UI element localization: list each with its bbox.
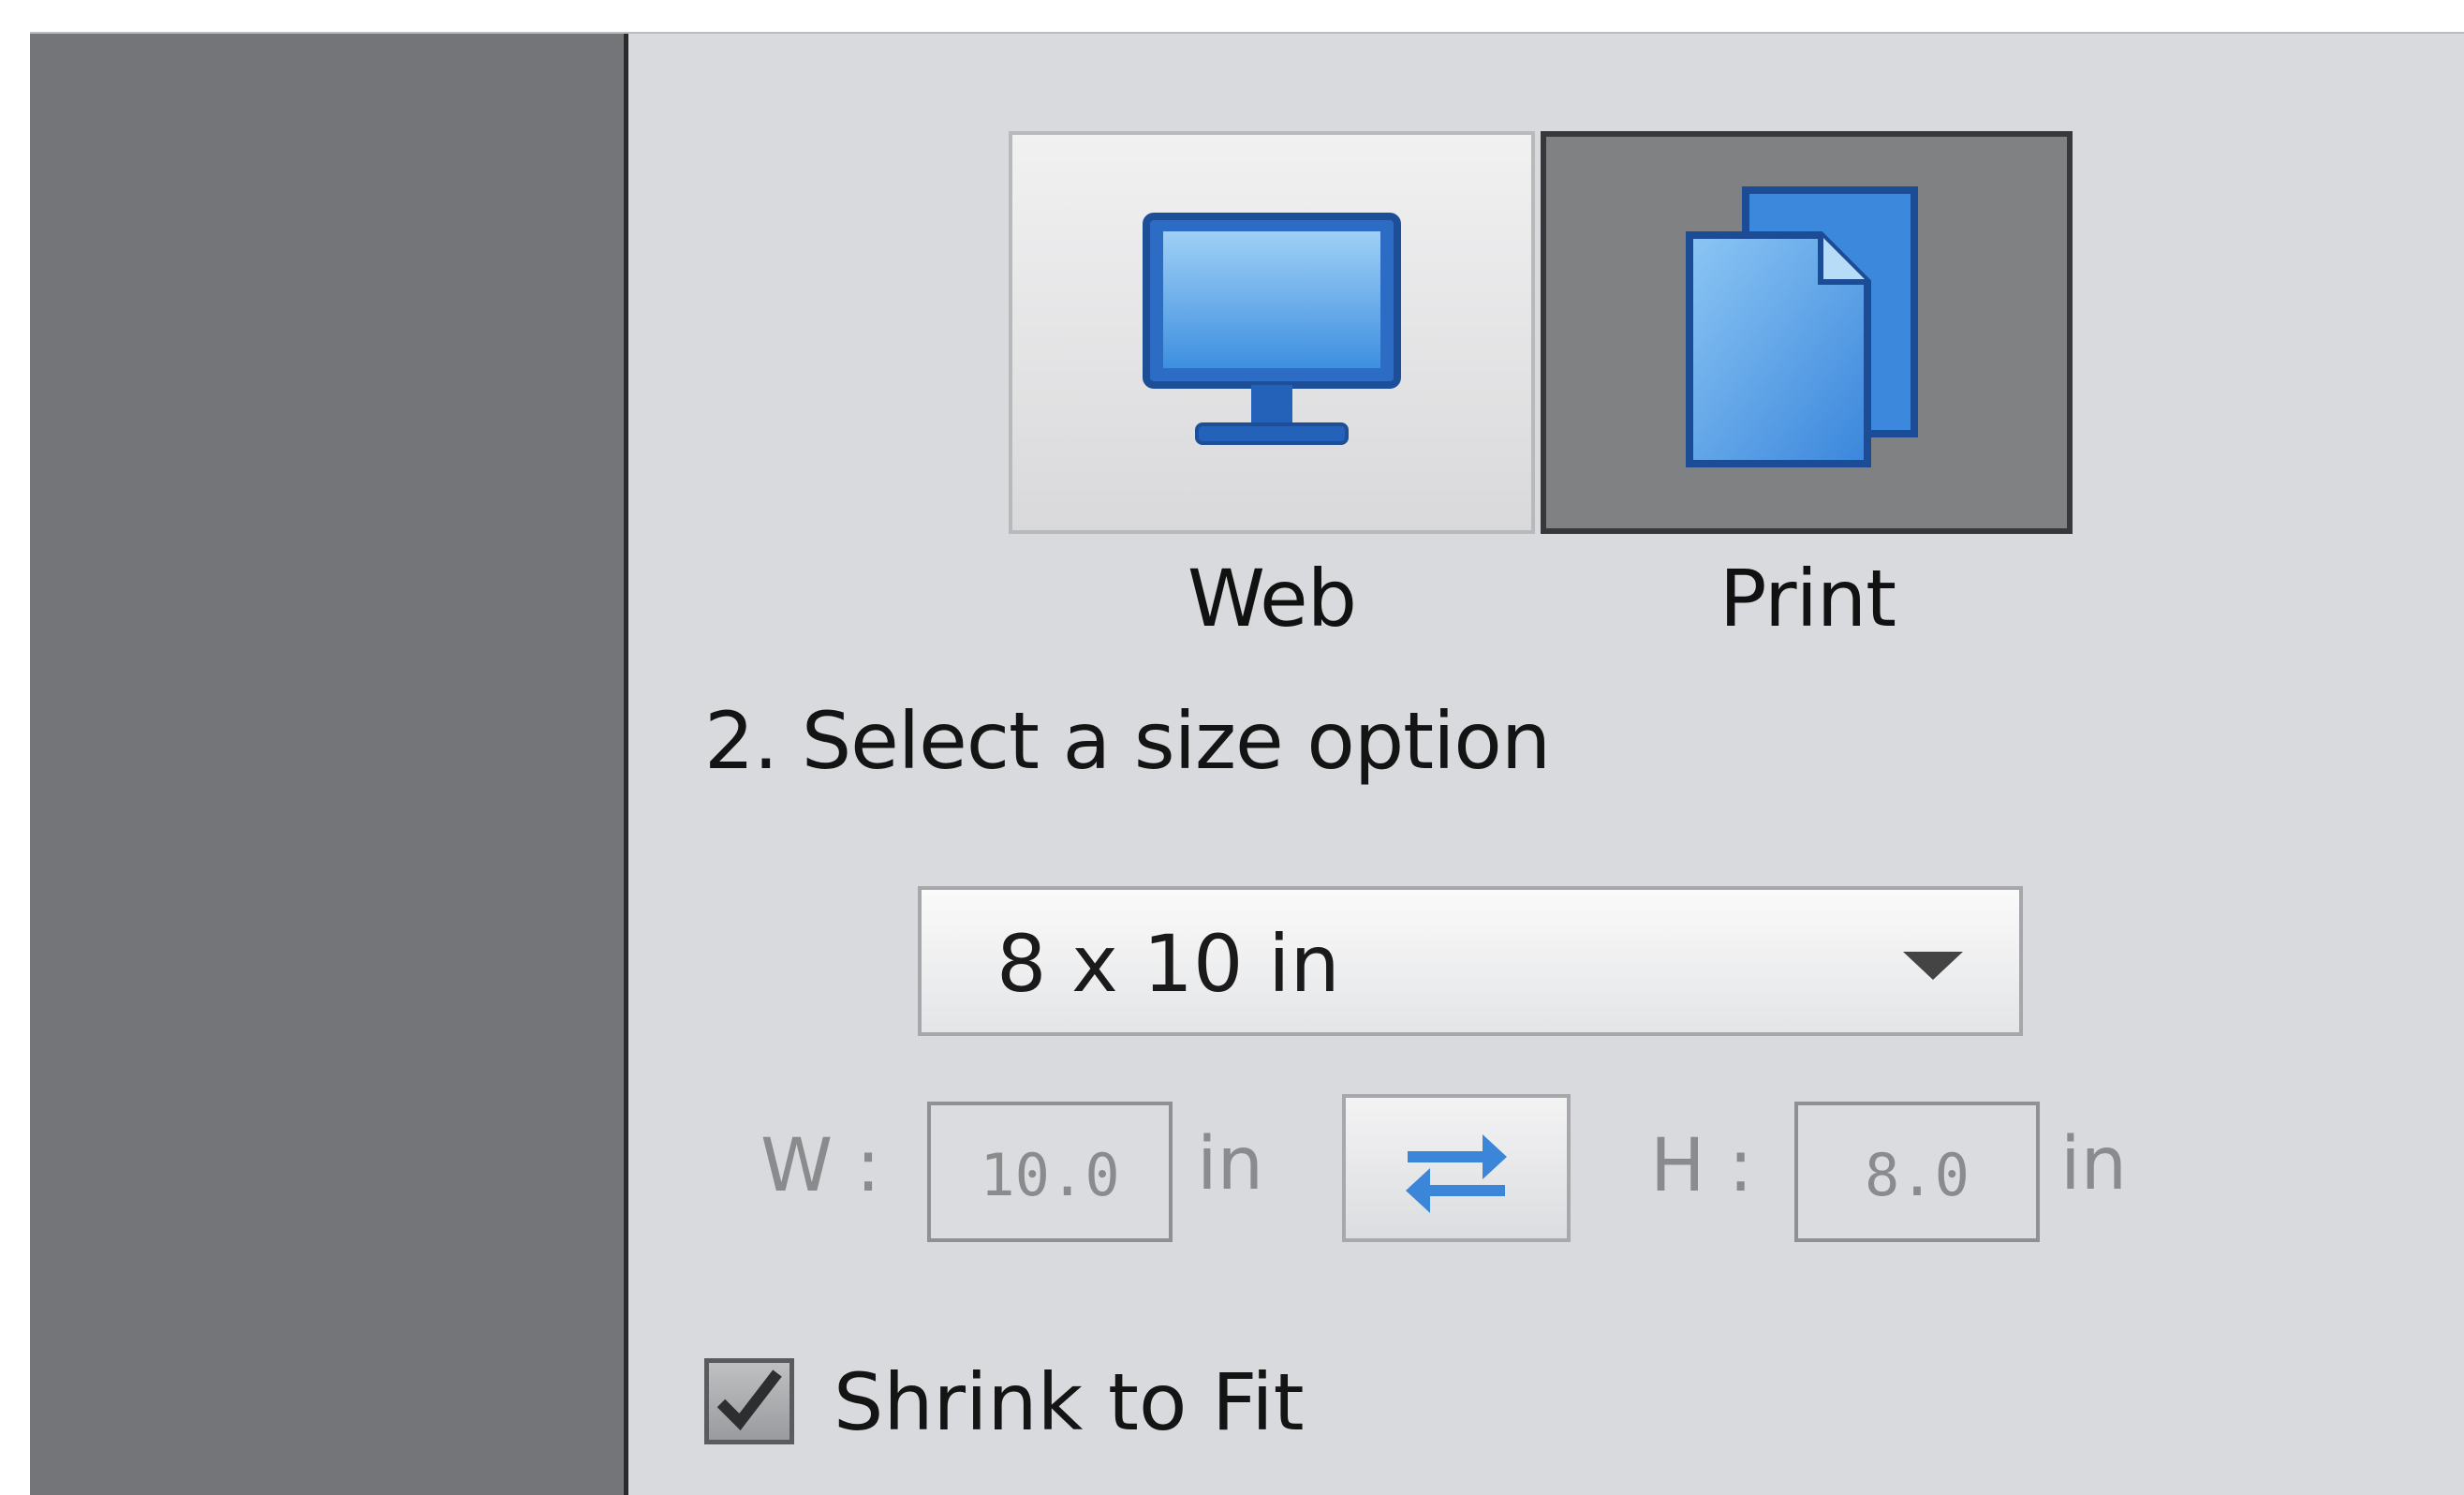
shrink-to-fit-label[interactable]: Shrink to Fit xyxy=(834,1356,1305,1448)
step-heading: 2. Select a size option xyxy=(704,695,1551,787)
width-label: W : xyxy=(760,1124,881,1208)
width-field[interactable]: 10.0 xyxy=(927,1102,1173,1242)
checkmark-icon xyxy=(716,1369,782,1431)
size-dropdown[interactable]: 8 x 10 in xyxy=(918,886,2023,1036)
print-mode-label: Print xyxy=(1719,553,1896,644)
swap-arrows-icon xyxy=(1406,1134,1507,1213)
chevron-down-icon xyxy=(1903,952,1963,980)
print-mode-button[interactable] xyxy=(1541,131,2073,534)
width-unit: in xyxy=(1197,1122,1264,1206)
height-unit: in xyxy=(2060,1122,2128,1206)
swap-dimensions-button[interactable] xyxy=(1342,1094,1571,1242)
size-dropdown-value: 8 x 10 in xyxy=(996,918,1340,1010)
height-field[interactable]: 8.0 xyxy=(1794,1102,2040,1242)
monitor-icon xyxy=(1143,213,1401,445)
height-label: H : xyxy=(1650,1124,1753,1208)
left-sidebar xyxy=(30,34,624,1495)
web-mode-label: Web xyxy=(1187,553,1357,644)
web-mode-button[interactable] xyxy=(1009,131,1535,534)
shrink-to-fit-checkbox[interactable] xyxy=(704,1358,794,1444)
documents-icon xyxy=(1686,186,1918,467)
